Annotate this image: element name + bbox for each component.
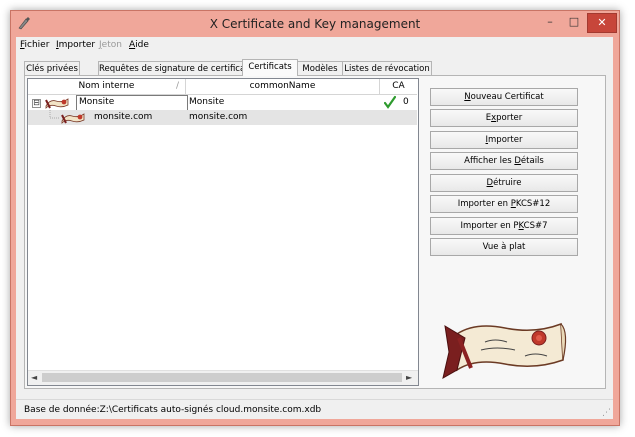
certificate-icon xyxy=(61,113,85,124)
certificate-scroll-logo xyxy=(442,322,567,380)
menu-bar: Fichier Importer Jeton Aide xyxy=(16,37,613,53)
column-header-commonname[interactable]: commonName xyxy=(186,79,380,95)
window-title: X Certificate and Key management xyxy=(209,17,421,31)
tab-cles-privees[interactable]: Clés privées xyxy=(24,61,80,76)
scroll-right-arrow-icon[interactable]: ► xyxy=(406,373,412,382)
sort-indicator: / xyxy=(175,81,179,91)
table-row[interactable]: ⊟ Monsite Monsite 0 xyxy=(28,95,417,111)
tab-listes-revocation[interactable]: Listes de révocation xyxy=(342,61,432,76)
status-bar: Base de donnée:Z:\Certificats auto-signé… xyxy=(16,399,613,420)
app-window: X Certificate and Key management – □ ✕ F… xyxy=(10,10,620,426)
menu-aide[interactable]: Aide xyxy=(129,40,149,50)
certificate-icon xyxy=(45,98,69,109)
tab-modeles[interactable]: Modèles xyxy=(296,61,344,76)
maximize-button[interactable]: □ xyxy=(563,13,585,31)
title-bar[interactable]: X Certificate and Key management – □ ✕ xyxy=(11,11,619,37)
horizontal-scrollbar[interactable]: ◄ ► xyxy=(28,370,418,385)
certificate-tree[interactable]: Nom interne / commonName CA ⊟ Monsite Mo… xyxy=(27,78,419,386)
tree-branch-line xyxy=(49,110,60,119)
tab-certificats[interactable]: Certificats xyxy=(242,59,298,76)
minimize-button[interactable]: – xyxy=(539,13,561,31)
certificates-panel: Nom interne / commonName CA ⊟ Monsite Mo… xyxy=(24,75,606,389)
resize-grip-icon[interactable]: ⋰ xyxy=(602,408,611,418)
client-area: Fichier Importer Jeton Aide Clés privées… xyxy=(16,37,613,419)
cell-ca-count: 0 xyxy=(403,97,409,107)
column-header-nom-interne[interactable]: Nom interne / xyxy=(28,79,186,95)
table-row[interactable]: monsite.com monsite.com xyxy=(28,110,417,125)
cell-name: monsite.com xyxy=(94,112,153,122)
cell-commonname: Monsite xyxy=(189,97,225,107)
scroll-left-arrow-icon[interactable]: ◄ xyxy=(31,373,37,382)
database-path: Base de donnée:Z:\Certificats auto-signé… xyxy=(24,405,322,415)
close-button[interactable]: ✕ xyxy=(587,13,617,33)
menu-fichier[interactable]: Fichier xyxy=(20,40,49,50)
column-header-ca[interactable]: CA xyxy=(380,79,417,95)
ca-check-icon xyxy=(384,95,396,109)
exporter-button[interactable]: Exporter xyxy=(430,109,578,127)
cell-name: Monsite xyxy=(79,97,115,107)
vue-a-plat-button[interactable]: Vue à plat xyxy=(430,238,578,256)
importer-button[interactable]: Importer xyxy=(430,131,578,149)
scrollbar-thumb[interactable] xyxy=(42,373,402,382)
menu-importer[interactable]: Importer xyxy=(56,40,95,50)
importer-pkcs12-button[interactable]: Importer en PKCS#12 xyxy=(430,195,578,213)
nouveau-certificat-button[interactable]: Nouveau Certificat xyxy=(430,88,578,106)
cell-commonname: monsite.com xyxy=(189,112,248,122)
afficher-details-button[interactable]: Afficher les Détails xyxy=(430,152,578,170)
importer-pkcs7-button[interactable]: Importer en PKCS#7 xyxy=(430,217,578,235)
collapse-expander[interactable]: ⊟ xyxy=(32,99,41,108)
detruire-button[interactable]: Détruire xyxy=(430,174,578,192)
menu-jeton[interactable]: Jeton xyxy=(99,40,122,50)
column-label-nom-interne: Nom interne xyxy=(78,81,135,91)
tab-requetes[interactable]: Requêtes de signature de certificat xyxy=(98,61,249,76)
